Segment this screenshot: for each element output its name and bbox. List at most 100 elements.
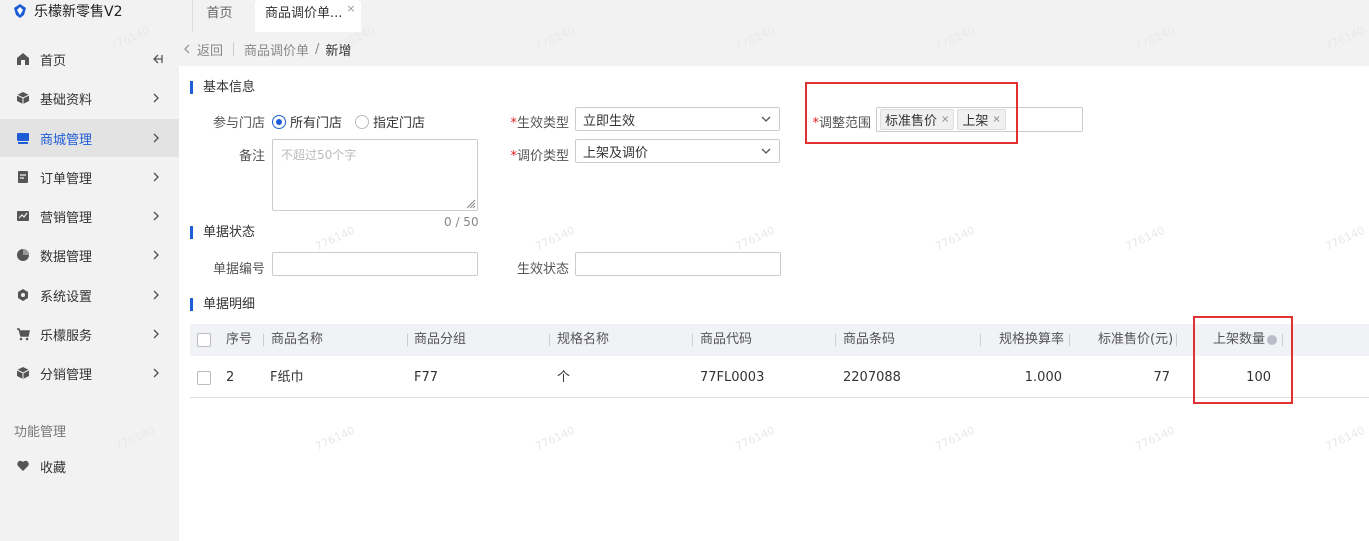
column-header: 商品代码 bbox=[700, 332, 753, 347]
cell-barcode: 2207088 bbox=[843, 370, 901, 385]
chevron-right-icon bbox=[153, 211, 159, 221]
column-header: 规格换算率 bbox=[999, 332, 1065, 347]
radio-label: 指定门店 bbox=[373, 116, 426, 131]
sidebar-item-distribution[interactable]: 分销管理 bbox=[0, 354, 179, 392]
column-header: 商品条码 bbox=[843, 332, 896, 347]
tab-home-label: 首页 bbox=[206, 6, 233, 21]
effect-status-input[interactable] bbox=[575, 252, 781, 276]
section-title-basic: 基本信息 bbox=[190, 81, 255, 94]
select-all-checkbox[interactable] bbox=[197, 333, 211, 347]
watermark: 776140 bbox=[1323, 223, 1367, 254]
sidebar-item-mall[interactable]: 商城管理 bbox=[0, 119, 179, 157]
cart-icon bbox=[17, 328, 30, 341]
remark-placeholder: 不超过50个字 bbox=[281, 148, 357, 162]
back-label: 返回 bbox=[197, 43, 224, 59]
sidebar-item-basic-data[interactable]: 基础资料 bbox=[0, 79, 179, 117]
sidebar-item-data[interactable]: 数据管理 bbox=[0, 236, 179, 274]
column-divider bbox=[407, 334, 408, 346]
remark-label: 备注 bbox=[238, 149, 265, 164]
top-tab-bar: 乐檬新零售V2 首页 商品调价单... × bbox=[0, 0, 1369, 32]
effect-type-select[interactable]: 立即生效 bbox=[575, 107, 780, 131]
hexagon-gear-icon bbox=[18, 289, 28, 301]
column-header: 规格名称 bbox=[557, 332, 610, 347]
highlight-box-stock bbox=[1193, 316, 1293, 404]
app-root: 乐檬新零售V2 首页 商品调价单... × 首页 基础资料 商城管理 订单管理 bbox=[0, 0, 1369, 541]
store-label: 参与门店 bbox=[212, 116, 265, 131]
doc-number-label: 单据编号 bbox=[212, 262, 265, 277]
adjust-type-select[interactable]: 上架及调价 bbox=[575, 139, 780, 163]
column-header: 标准售价(元) bbox=[1098, 332, 1174, 347]
cell-group: F77 bbox=[414, 370, 439, 385]
column-divider bbox=[980, 334, 981, 346]
logo-icon bbox=[14, 4, 26, 18]
effect-type-label-text: 生效类型 bbox=[516, 116, 569, 131]
collapse-icon[interactable] bbox=[152, 53, 164, 65]
sidebar-item-settings[interactable]: 系统设置 bbox=[0, 276, 179, 314]
app-title: 乐檬新零售V2 bbox=[34, 4, 123, 20]
document-icon bbox=[18, 171, 28, 183]
breadcrumb-parent[interactable]: 商品调价单 bbox=[244, 40, 309, 59]
highlight-box-scope bbox=[805, 82, 1018, 144]
chevron-right-icon bbox=[153, 93, 159, 103]
sidebar-item-label: 系统设置 bbox=[40, 289, 93, 305]
chevron-right-icon bbox=[153, 172, 159, 182]
sidebar-item-label: 商城管理 bbox=[40, 132, 93, 148]
chevron-right-icon bbox=[153, 250, 159, 260]
cell-spec: 个 bbox=[557, 370, 571, 385]
radio-specific-stores[interactable]: 指定门店 bbox=[355, 112, 425, 131]
sidebar-item-label: 基础资料 bbox=[40, 92, 93, 108]
cell-code: 77FL0003 bbox=[700, 370, 765, 385]
main-content: 返回 商品调价单 / 新增 基本信息 参与门店 所有门店 指定门店 备注 不超过… bbox=[108, 24, 1369, 541]
sidebar-item-favorites[interactable]: 收藏 bbox=[0, 447, 179, 485]
column-divider bbox=[692, 334, 693, 346]
sidebar-item-home[interactable]: 首页 bbox=[0, 40, 179, 78]
radio-all-stores[interactable]: 所有门店 bbox=[272, 112, 342, 131]
sidebar-item-label: 分销管理 bbox=[40, 367, 93, 383]
back-button[interactable]: 返回 bbox=[183, 40, 223, 59]
chevron-right-icon bbox=[153, 133, 159, 143]
breadcrumb-divider bbox=[233, 42, 235, 56]
adjust-type-value: 上架及调价 bbox=[583, 145, 649, 161]
resize-handle-icon[interactable] bbox=[464, 197, 476, 209]
radio-checked-icon bbox=[272, 114, 286, 129]
cell-rate: 1.000 bbox=[1024, 370, 1062, 385]
row-checkbox[interactable] bbox=[197, 371, 211, 385]
watermark: 776140 bbox=[313, 223, 357, 254]
doc-number-input[interactable] bbox=[272, 252, 478, 276]
adjust-type-label: *调价类型 bbox=[499, 145, 569, 164]
cell-price: 77 bbox=[1153, 370, 1170, 385]
tab-price-adjust-label: 商品调价单... bbox=[265, 6, 343, 21]
chevron-down-icon bbox=[761, 148, 771, 154]
tab-home[interactable]: 首页 bbox=[192, 0, 246, 32]
sidebar-item-label: 数据管理 bbox=[40, 249, 93, 265]
sidebar-item-marketing[interactable]: 营销管理 bbox=[0, 197, 179, 235]
column-header: 商品分组 bbox=[414, 332, 467, 347]
watermark: 776140 bbox=[533, 223, 577, 254]
effect-type-value: 立即生效 bbox=[583, 113, 636, 129]
sidebar-item-orders[interactable]: 订单管理 bbox=[0, 158, 179, 196]
chevron-down-icon bbox=[761, 116, 771, 122]
chevron-right-icon bbox=[153, 368, 159, 378]
sidebar-item-label: 乐檬服务 bbox=[40, 328, 93, 344]
watermark: 776140 bbox=[933, 423, 977, 454]
home-icon bbox=[17, 53, 29, 65]
radio-unchecked-icon bbox=[355, 114, 369, 129]
heart-icon bbox=[17, 460, 29, 471]
tab-price-adjust[interactable]: 商品调价单... × bbox=[255, 0, 361, 32]
column-header: 商品名称 bbox=[271, 332, 324, 347]
watermark: 776140 bbox=[1123, 223, 1167, 254]
sidebar-item-label: 首页 bbox=[40, 53, 67, 69]
remark-textarea[interactable]: 不超过50个字 bbox=[272, 139, 478, 211]
effect-type-label: *生效类型 bbox=[499, 112, 569, 131]
sidebar-item-label: 收藏 bbox=[40, 460, 67, 476]
section-title-detail: 单据明细 bbox=[190, 298, 255, 311]
watermark: 776140 bbox=[313, 423, 357, 454]
column-divider bbox=[1176, 334, 1177, 346]
tab-close-icon[interactable]: × bbox=[346, 2, 355, 15]
breadcrumb-current: 新增 bbox=[325, 43, 352, 59]
watermark: 776140 bbox=[1133, 423, 1177, 454]
sidebar-item-service[interactable]: 乐檬服务 bbox=[0, 315, 179, 353]
watermark: 776140 bbox=[733, 423, 777, 454]
sidebar: 首页 基础资料 商城管理 订单管理 营销管理 数据管理 系统设置 乐檬服务 分销… bbox=[0, 32, 179, 541]
monitor-icon bbox=[17, 133, 29, 144]
